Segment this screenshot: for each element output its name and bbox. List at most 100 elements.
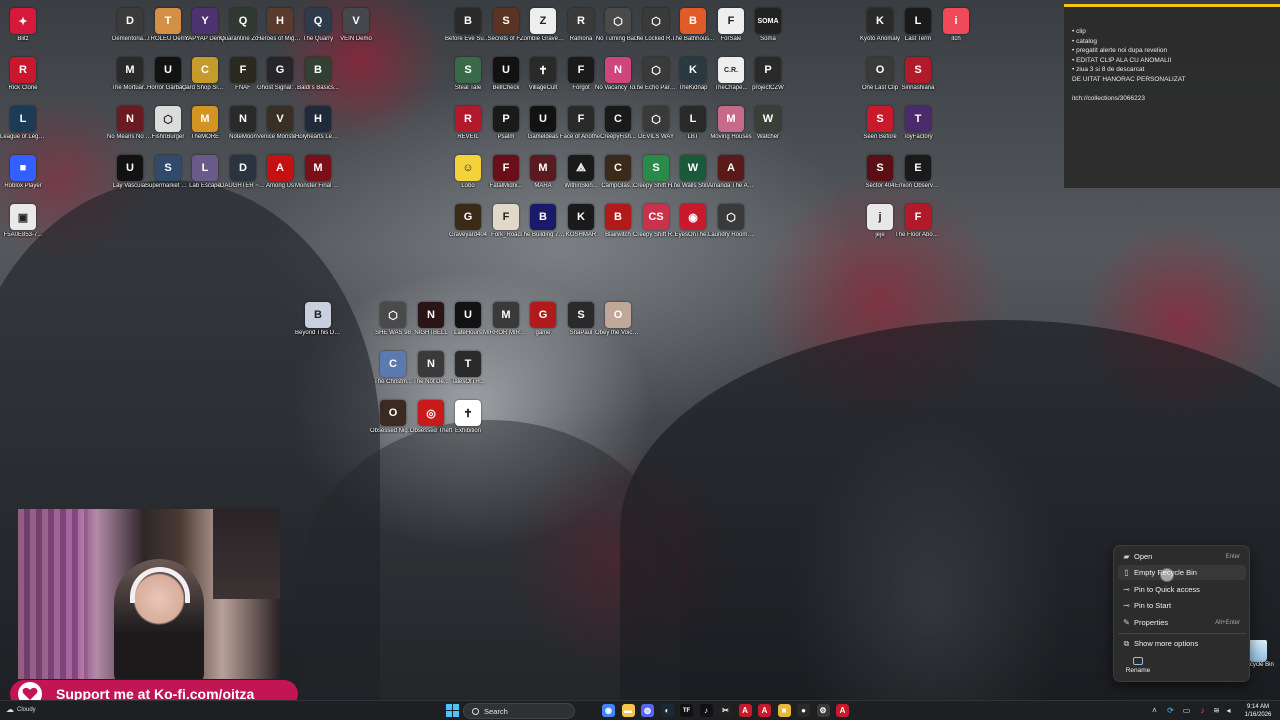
app-icon: S — [493, 8, 519, 34]
desktop-icon[interactable]: ▣ F5A0E853-7... — [0, 204, 46, 239]
app-icon: F — [230, 57, 256, 83]
app-icon: ⬡ — [380, 302, 406, 328]
desktop-icon[interactable]: F The Floor Above Demo — [895, 204, 941, 239]
menu-item-properties[interactable]: ✎ Properties Alt+Enter — [1118, 615, 1246, 630]
microphone-icon[interactable]: ♪ — [1198, 706, 1207, 715]
desktop-icon[interactable]: E Emion Observat... — [895, 155, 941, 190]
app-icon: C — [192, 57, 218, 83]
menu-item-pin-quick-access[interactable]: ⊸ Pin to Quick access — [1118, 582, 1246, 597]
app-icon: B — [530, 204, 556, 230]
desktop-icon[interactable]: ■ Roblox Player — [0, 155, 46, 190]
app-icon: C — [605, 106, 631, 132]
desktop-icon[interactable]: L League of Legends — [0, 106, 46, 141]
app-icon: G — [267, 57, 293, 83]
camera-icon[interactable]: ▭ — [1182, 706, 1191, 715]
app-icon: B — [680, 8, 706, 34]
desktop-icon-label: itch — [951, 36, 961, 42]
app-yellow-icon[interactable]: ■ — [777, 704, 791, 717]
app-icon: Y — [192, 8, 218, 34]
steam-icon[interactable]: ◐ — [660, 704, 674, 717]
desktop-icon-label: F5A0E853-7... — [3, 232, 43, 238]
network-icon[interactable]: ≋ — [1212, 706, 1221, 715]
app-icon: F — [568, 106, 594, 132]
desktop-icon-label: ToyFactory — [903, 134, 933, 140]
desktop-icon[interactable]: R Rick Clone — [0, 57, 46, 92]
desktop-icon-label: Blitz — [17, 36, 29, 42]
clock-time: 9:14 AM — [1246, 704, 1269, 710]
desktop-icon[interactable]: W Watcher — [745, 106, 791, 141]
kofi-heart-icon — [18, 682, 42, 700]
app-icon: W — [755, 106, 781, 132]
desktop-icon[interactable]: B Beyond This Death — [295, 302, 341, 337]
cloud-icon: ☁ — [6, 705, 14, 714]
app-icon: L — [905, 8, 931, 34]
tiktok-studio-icon[interactable]: TF — [680, 704, 693, 717]
app-icon: ◉ — [680, 204, 706, 230]
app-icon: O — [867, 57, 893, 83]
menu-item-open[interactable]: ▰ Open Enter — [1118, 549, 1246, 564]
app-icon: C — [605, 155, 631, 181]
note-link[interactable]: itch://collections/3066223 — [1072, 94, 1272, 104]
taskbar-search[interactable]: Search — [463, 703, 575, 719]
app-red-2-icon[interactable]: A — [758, 704, 771, 717]
app-red-3-icon[interactable]: A — [836, 704, 849, 717]
chevron-up-icon[interactable]: ˄ — [1150, 706, 1159, 715]
desktop-icon[interactable]: ⬡ Laundry Room ... — [708, 204, 754, 239]
volume-icon[interactable]: ◂ — [1224, 706, 1233, 715]
taskbar-clock[interactable]: 9:14 AM 1/16/2026 — [1238, 703, 1278, 719]
app-icon: j — [867, 204, 893, 230]
pin-icon: ⊸ — [1123, 585, 1130, 594]
desktop-icon[interactable]: T TalesOfTH... — [445, 351, 491, 386]
app-icon: B — [455, 8, 481, 34]
discord-icon[interactable]: ◍ — [641, 704, 654, 717]
sync-icon[interactable]: ⟳ — [1166, 706, 1175, 715]
capcut-icon[interactable]: ✂ — [719, 704, 732, 717]
desktop-icon[interactable]: O Obey the Voice™ — [595, 302, 641, 337]
app-icon: ⬡ — [643, 8, 669, 34]
app-icon: R — [455, 106, 481, 132]
chrome-icon[interactable]: ◉ — [602, 704, 615, 717]
desktop-icon[interactable]: i itch — [933, 8, 979, 43]
desktop-icon-label: Rick Clone — [8, 85, 38, 91]
menu-item-pin-start[interactable]: ⊸ Pin to Start — [1118, 598, 1246, 613]
app-icon: M — [117, 57, 143, 83]
webcam-overlay — [18, 509, 280, 679]
weather-widget[interactable]: ☁ Cloudy — [6, 705, 36, 714]
desktop-icon-label: Laundry Room ... — [708, 232, 754, 238]
app-dark-icon[interactable]: ● — [797, 704, 810, 717]
desktop-icon[interactable]: ✦ Blitz — [0, 8, 46, 43]
mouse-cursor — [1160, 568, 1174, 582]
desktop-icon[interactable]: PprojectCZW — [745, 57, 791, 92]
desktop-icon[interactable]: B Baldi's Basics... — [295, 57, 341, 92]
sticky-note[interactable]: • clip • catalog • pregatit alerte noi d… — [1064, 4, 1280, 188]
desktop-icon[interactable]: S Sinnashiana — [895, 57, 941, 92]
desktop-icon[interactable]: H Holyhearts Legacy — [295, 106, 341, 141]
app-red-icon[interactable]: A — [738, 704, 752, 717]
search-placeholder: Search — [484, 706, 508, 716]
menu-item-label: Properties — [1134, 618, 1169, 627]
desktop-icon[interactable]: SOMA Soma — [745, 8, 791, 43]
menu-item-shortcut: Alt+Enter — [1215, 619, 1240, 626]
rename-button[interactable]: Rename — [1118, 654, 1158, 680]
desktop-icon[interactable]: A Amanda The Adventurer 2 — [708, 155, 754, 190]
app-icon: ⬡ — [605, 8, 631, 34]
desktop[interactable]: ✦ Blitz R Rick Clone L League of Legends ■ Robl… — [0, 0, 1280, 700]
desktop-icon[interactable]: T ToyFactory — [895, 106, 941, 141]
menu-item-label: Pin to Start — [1134, 601, 1172, 610]
app-settings-icon[interactable]: ⚙ — [816, 704, 830, 717]
desktop-icon[interactable]: V VEIN Demo — [333, 8, 379, 43]
menu-item-show-more-options[interactable]: ⧉ Show more options — [1118, 636, 1246, 651]
app-icon: S — [455, 57, 481, 83]
menu-item-empty-recycle-bin[interactable]: ▯ Empty Recycle Bin — [1118, 565, 1246, 580]
desktop-icon[interactable]: ✝ Exhibition — [445, 400, 491, 435]
app-icon: U — [455, 302, 481, 328]
webcam-curtain — [18, 509, 88, 679]
menu-item-label: Pin to Quick access — [1134, 585, 1200, 594]
start-button[interactable] — [446, 704, 459, 717]
desktop-icon[interactable]: M Monster Final Night — [295, 155, 341, 190]
app-icon: ✦ — [10, 8, 36, 34]
file-explorer-icon[interactable]: ▬ — [621, 704, 635, 717]
tiktok-icon[interactable]: ♪ — [699, 704, 713, 717]
pin-icon: ⊸ — [1123, 601, 1130, 610]
app-icon: ◎ — [418, 400, 444, 426]
